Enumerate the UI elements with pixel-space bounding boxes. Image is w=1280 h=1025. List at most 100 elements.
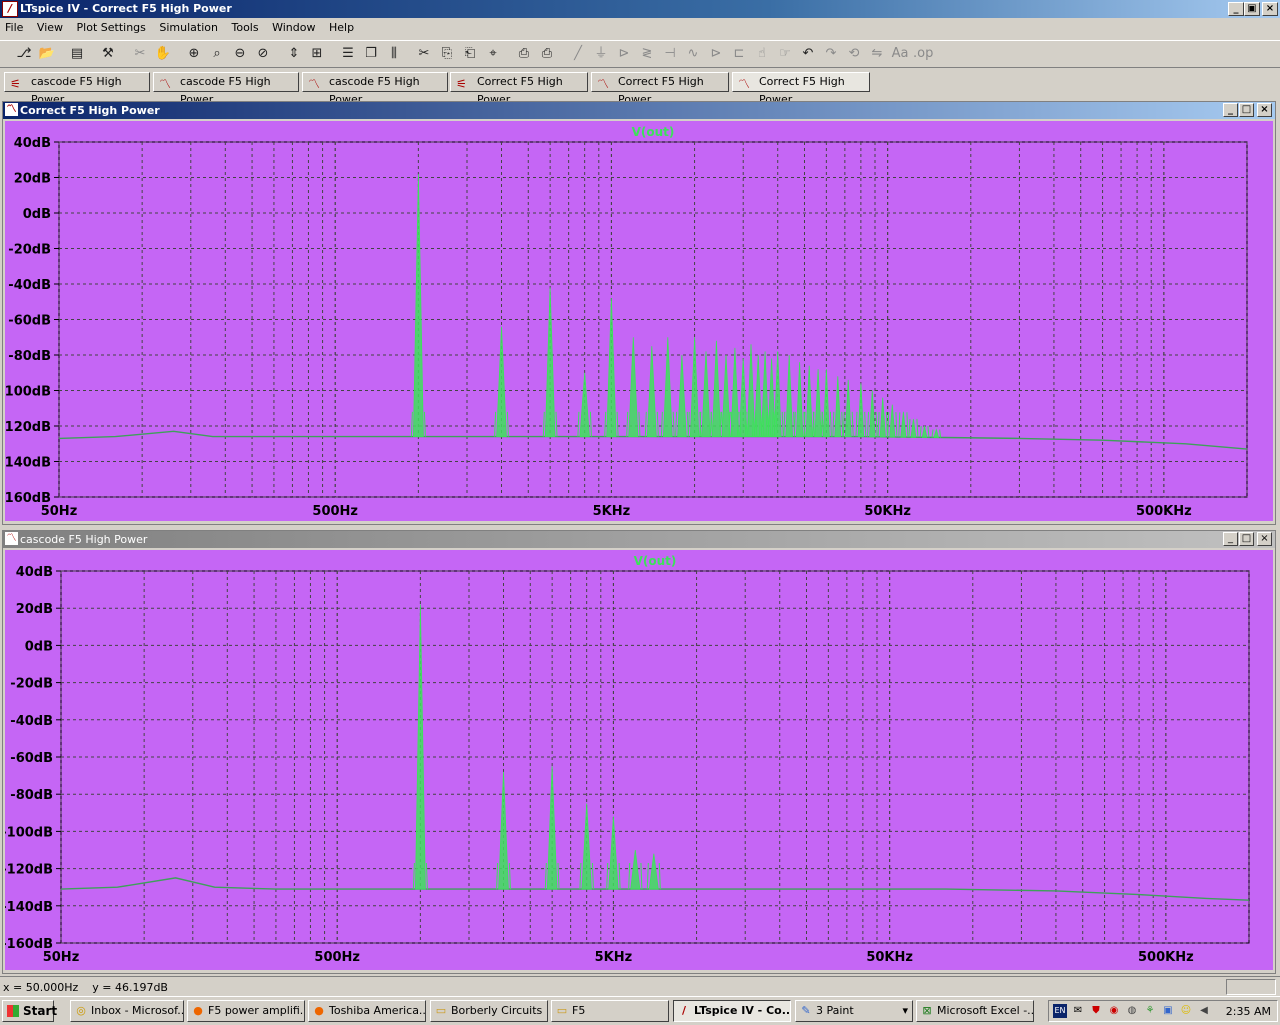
cascade-icon[interactable]: ❐	[361, 44, 381, 64]
fit-grid-icon[interactable]: ⊞	[307, 44, 327, 64]
print-preview-icon[interactable]: ⎙	[514, 44, 534, 64]
disk-icon[interactable]: ◍	[1125, 1004, 1139, 1018]
plot-window-correct[interactable]: 〽 Correct F5 High Power _ □ × 40dB 20dB 0d…	[2, 101, 1276, 525]
network-icon[interactable]: ⚘	[1143, 1004, 1157, 1018]
menu-simulation[interactable]: Simulation	[154, 18, 223, 37]
zoom-area-icon[interactable]: ⌕	[207, 44, 227, 64]
hammer-tool-icon[interactable]: ⚒	[98, 44, 118, 64]
menu-view[interactable]: View	[32, 18, 68, 37]
plot-maximize-button[interactable]: □	[1239, 103, 1254, 117]
display-icon[interactable]: ▣	[1161, 1004, 1175, 1018]
x-tick-label: 5KHz	[593, 504, 631, 519]
tile-vert-icon[interactable]: ⫼	[384, 44, 404, 64]
harmonic-sideband	[781, 411, 784, 437]
tab-cascode-waveform-1[interactable]: 〽 cascode F5 High Power	[153, 72, 299, 106]
harmonic-sideband	[864, 411, 867, 437]
menu-help[interactable]: Help	[324, 18, 359, 37]
text-icon[interactable]: Aa	[890, 44, 910, 64]
menu-plot-settings[interactable]: Plot Settings	[72, 18, 151, 37]
zoom-out-icon[interactable]: ⊖	[230, 44, 250, 64]
open-folder-icon[interactable]: 📂	[37, 44, 57, 64]
drag-hand-icon[interactable]: ☞	[775, 44, 795, 64]
plot-minimize-button[interactable]: _	[1223, 532, 1238, 546]
tile-horiz-icon[interactable]: ☰	[338, 44, 358, 64]
harmonic-spike	[879, 397, 886, 438]
waveform-icon: 〽	[5, 532, 18, 545]
draw-wire-icon[interactable]: ╱	[568, 44, 588, 64]
plot-pane[interactable]: 40dB 20dB 0dB -20dB -40dB -60dB -80dB -100dB -12…	[5, 121, 1273, 521]
paste-icon[interactable]: ⎗	[460, 44, 480, 64]
save-disk-icon[interactable]: ▤	[67, 44, 87, 64]
plot-close-button[interactable]: ×	[1257, 532, 1272, 546]
mirror-icon[interactable]: ⇋	[867, 44, 887, 64]
harmonic-spike	[496, 326, 507, 437]
tab-correct-waveform-1[interactable]: 〽 Correct F5 High Power	[591, 72, 729, 106]
tab-cascode-schematic[interactable]: ⚟ cascode F5 High Power	[4, 72, 150, 106]
label-icon[interactable]: ⊳	[614, 44, 634, 64]
component-icon[interactable]: ⊏	[729, 44, 749, 64]
inductor-icon[interactable]: ∿	[683, 44, 703, 64]
tab-correct-waveform-2[interactable]: 〽 Correct F5 High Power	[732, 72, 870, 106]
taskbar-item-ltspice[interactable]: / LTspice IV - Co...	[673, 1000, 791, 1022]
taskbar-item-borberly[interactable]: ▭ Borberly Circuits	[430, 1000, 548, 1022]
x-tick-label: 500KHz	[1136, 504, 1192, 519]
autorange-icon[interactable]: ⇕	[284, 44, 304, 64]
taskbar-item-toshiba[interactable]: ● Toshiba America...	[308, 1000, 426, 1022]
plot-minimize-button[interactable]: _	[1223, 103, 1238, 117]
plot-maximize-button[interactable]: □	[1239, 532, 1254, 546]
plot-title-bar[interactable]: 〽 Correct F5 High Power _ □ ×	[3, 102, 1275, 119]
redo-icon[interactable]: ↷	[821, 44, 841, 64]
messenger-icon[interactable]: ☺	[1179, 1004, 1193, 1018]
menu-file[interactable]: File	[0, 18, 28, 37]
undo-icon[interactable]: ↶	[798, 44, 818, 64]
mail-icon[interactable]: ✉	[1071, 1004, 1085, 1018]
ground-icon[interactable]: ⏚	[591, 44, 611, 64]
harmonic-sideband	[494, 411, 497, 437]
new-schematic-icon[interactable]: ⎇	[14, 44, 34, 64]
resistor-icon[interactable]: ≷	[637, 44, 657, 64]
window-title-bar[interactable]: / LTspice IV - Correct F5 High Power _ ▣…	[0, 0, 1280, 18]
fft-plot[interactable]: 40dB 20dB 0dB -20dB -40dB -60dB -80dB -100dB -12…	[5, 121, 1273, 521]
plot-pane[interactable]: 40dB 20dB 0dB -20dB -40dB -60dB -80dB -100dB -12…	[5, 550, 1273, 970]
taskbar-item-inbox[interactable]: ◎ Inbox - Microsof...	[70, 1000, 184, 1022]
harmonic-spike	[834, 376, 842, 437]
taskbar-item-f5-folder[interactable]: ▭ F5	[551, 1000, 669, 1022]
harmonic-spike	[646, 346, 657, 437]
harmonic-sideband	[687, 411, 690, 437]
copy-icon[interactable]: ⎘	[437, 44, 457, 64]
ltspice-app-icon[interactable]: /	[2, 1, 18, 17]
shield-icon[interactable]: ⛊	[1089, 1004, 1103, 1018]
antivirus-icon[interactable]: ◉	[1107, 1004, 1121, 1018]
print-icon[interactable]: ⎙	[537, 44, 557, 64]
menu-tools[interactable]: Tools	[226, 18, 263, 37]
start-button[interactable]: Start	[2, 1000, 57, 1022]
minimize-button[interactable]: _	[1228, 2, 1244, 16]
speaker-icon[interactable]: ◀	[1197, 1004, 1211, 1018]
harmonic-spike	[608, 816, 619, 890]
plot-title-bar[interactable]: 〽 cascode F5 High Power _ □ ×	[3, 531, 1275, 548]
taskbar-item-excel[interactable]: ⊠ Microsoft Excel -...	[916, 1000, 1034, 1022]
diode-icon[interactable]: ⊳	[706, 44, 726, 64]
menu-window[interactable]: Window	[267, 18, 320, 37]
rotate-icon[interactable]: ⟲	[844, 44, 864, 64]
taskbar-item-paint[interactable]: ✎ 3 Paint ▾	[795, 1000, 913, 1022]
hand-pan-icon[interactable]: ✋	[153, 44, 173, 64]
plot-window-cascode[interactable]: 〽 cascode F5 High Power _ □ × 40dB 20dB 0d…	[2, 530, 1276, 974]
move-hand-icon[interactable]: ☝	[752, 44, 772, 64]
harmonic-spike	[546, 766, 558, 890]
restore-button[interactable]: ▣	[1244, 2, 1260, 16]
find-binoculars-icon[interactable]: ⌖	[483, 44, 503, 64]
scissors-icon[interactable]: ✂	[130, 44, 150, 64]
capacitor-icon[interactable]: ⊣	[660, 44, 680, 64]
close-button[interactable]: ×	[1262, 2, 1278, 16]
zoom-cancel-icon[interactable]: ⊘	[253, 44, 273, 64]
plot-close-button[interactable]: ×	[1257, 103, 1272, 117]
tab-correct-schematic[interactable]: ⚟ Correct F5 High Power	[450, 72, 588, 106]
tab-cascode-waveform-2[interactable]: 〽 cascode F5 High Power	[302, 72, 448, 106]
zoom-in-icon[interactable]: ⊕	[184, 44, 204, 64]
fft-plot[interactable]: 40dB 20dB 0dB -20dB -40dB -60dB -80dB -100dB -12…	[5, 550, 1273, 970]
taskbar-item-f5-amplifier[interactable]: ● F5 power amplifi...	[187, 1000, 305, 1022]
cut-icon[interactable]: ✂	[414, 44, 434, 64]
language-indicator[interactable]: EN	[1053, 1004, 1067, 1018]
spice-icon[interactable]: .op	[913, 44, 933, 64]
